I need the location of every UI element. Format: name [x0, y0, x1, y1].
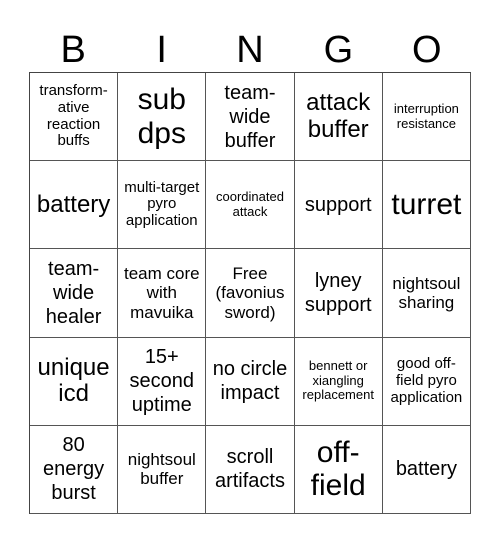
bingo-header: B I N G O	[29, 28, 471, 72]
header-letter-n: N	[236, 29, 264, 71]
bingo-cell-r1-c2[interactable]: sub dps	[118, 73, 207, 162]
bingo-cell-r3-c1[interactable]: team-wide healer	[30, 249, 119, 338]
bingo-card-grid: transform-ative reaction buffs sub dps tea…	[29, 72, 471, 514]
bingo-cell-r5-c1[interactable]: 80 energy burst	[30, 425, 119, 514]
bingo-cell-r1-c5[interactable]: interruption resistance	[382, 73, 471, 162]
bingo-cell-r5-c2[interactable]: nightsoul buffer	[118, 425, 207, 514]
bingo-cell-r4-c2[interactable]: 15+ second uptime	[118, 337, 207, 426]
header-letter-o: O	[412, 29, 442, 71]
bingo-cell-r2-c2[interactable]: multi-target pyro application	[118, 161, 207, 250]
bingo-cell-r5-c3[interactable]: scroll artifacts	[206, 425, 295, 514]
bingo-cell-r2-c5[interactable]: turret	[382, 161, 471, 250]
bingo-cell-r4-c1[interactable]: unique icd	[30, 337, 119, 426]
bingo-cell-r2-c4[interactable]: support	[294, 161, 383, 250]
bingo-cell-r1-c4[interactable]: attack buffer	[294, 73, 383, 162]
bingo-cell-r4-c5[interactable]: good off-field pyro application	[382, 337, 471, 426]
bingo-cell-r1-c1[interactable]: transform-ative reaction buffs	[30, 73, 119, 162]
bingo-cell-r3-c5[interactable]: nightsoul sharing	[382, 249, 471, 338]
bingo-cell-r5-c5[interactable]: battery	[382, 425, 471, 514]
header-letter-g: G	[323, 29, 354, 71]
bingo-cell-r5-c4[interactable]: off-field	[294, 425, 383, 514]
bingo-cell-r3-c3[interactable]: Free (favonius sword)	[206, 249, 295, 338]
header-letter-i: I	[156, 29, 167, 71]
bingo-cell-r3-c2[interactable]: team core with mavuika	[118, 249, 207, 338]
bingo-cell-r1-c3[interactable]: team-wide buffer	[206, 73, 295, 162]
bingo-cell-r4-c3[interactable]: no circle impact	[206, 337, 295, 426]
header-letter-b: B	[60, 29, 86, 71]
bingo-cell-r4-c4[interactable]: bennett or xiangling replacement	[294, 337, 383, 426]
bingo-cell-r2-c1[interactable]: battery	[30, 161, 119, 250]
bingo-cell-r2-c3[interactable]: coordinated attack	[206, 161, 295, 250]
bingo-cell-r3-c4[interactable]: lyney support	[294, 249, 383, 338]
